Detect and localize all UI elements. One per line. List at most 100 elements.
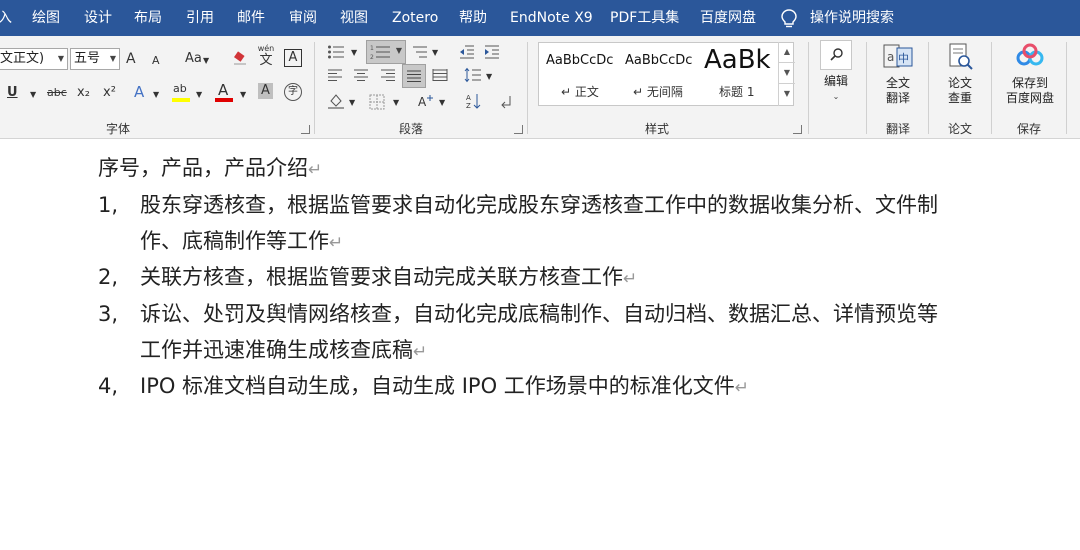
tab-references[interactable]: 引用 [186, 0, 214, 36]
group-divider [527, 42, 528, 134]
font-dialog-launcher-icon[interactable] [301, 125, 310, 134]
group-divider [1066, 42, 1067, 134]
chevron-down-icon[interactable]: ▼ [153, 86, 159, 104]
asian-layout-icon[interactable]: A [417, 93, 435, 111]
style-name: ↵ 无间隔 [633, 85, 683, 99]
list-item-text: IPO 标准文档自动生成，自动生成 IPO 工作场景中的标准化文件 [140, 374, 735, 398]
style-name: ↵ 正文 [561, 85, 599, 99]
styles-dialog-launcher-icon[interactable] [793, 125, 802, 134]
group-divider [991, 42, 992, 134]
borders-icon[interactable] [369, 94, 385, 110]
save-to-baidu-button[interactable]: 保存到 百度网盘 [1000, 42, 1060, 106]
change-case-button[interactable]: Aa [185, 50, 202, 68]
chevron-down-icon[interactable]: ▼ [351, 44, 357, 62]
font-color-button[interactable]: A [214, 81, 234, 103]
phonetic-text: wén [257, 44, 275, 53]
char-border-button[interactable]: A [284, 49, 302, 67]
style-no-spacing[interactable]: AaBbCcDc ↵ 无间隔 [619, 43, 699, 105]
tab-help[interactable]: 帮助 [459, 0, 487, 36]
paragraph-dialog-launcher-icon[interactable] [514, 125, 523, 134]
list-item-line: 股东穿透核查，根据监管要求自动化完成股东穿透核查工作中的数据收集分析、文件制 [140, 193, 938, 217]
style-heading-1[interactable]: AaBk 标题 1 [699, 43, 771, 105]
strikethrough-button[interactable]: abc [47, 84, 67, 102]
list-item-number: 4, [98, 374, 119, 398]
chevron-down-icon[interactable]: ▼ [196, 86, 202, 104]
align-center-icon[interactable] [353, 68, 369, 82]
underline-button[interactable]: U [7, 84, 18, 102]
sort-icon[interactable]: A Z [466, 92, 482, 110]
subscript-button[interactable]: x₂ [77, 84, 90, 102]
align-right-icon[interactable] [380, 68, 396, 82]
editing-button[interactable]: 编辑 ⌄ [815, 40, 857, 114]
increase-indent-icon[interactable] [484, 44, 500, 60]
svg-text:A: A [466, 94, 471, 102]
paragraph-mark: ↵ [308, 160, 323, 180]
tab-pdf-tools[interactable]: PDF工具集 [610, 0, 679, 36]
document-page[interactable]: 序号，产品，产品介绍↵ 1, 股东穿透核查，根据监管要求自动化完成股东穿透核查工… [0, 139, 1080, 550]
tab-baidu-netdisk[interactable]: 百度网盘 [700, 0, 756, 36]
list-item-text: 作、底稿制作等工作 [140, 229, 329, 253]
highlight-button[interactable]: ab [171, 82, 191, 104]
tab-layout[interactable]: 布局 [134, 0, 162, 36]
chevron-up-icon[interactable]: ▲ [779, 42, 795, 62]
align-left-icon[interactable] [327, 68, 343, 82]
translate-label-1: 全文 [885, 76, 910, 90]
grow-font-button[interactable]: A [126, 50, 136, 68]
save-label-1: 保存到 [1011, 76, 1048, 90]
thesis-check-button[interactable]: 论文 查重 [938, 42, 982, 106]
document-search-icon [949, 43, 973, 70]
tab-insert-partial[interactable]: 入 [0, 0, 12, 36]
tab-zotero[interactable]: Zotero [392, 0, 438, 36]
chevron-down-icon[interactable]: ▼ [432, 44, 438, 62]
chevron-down-icon: ▼ [395, 46, 402, 55]
paragraph-marks-icon[interactable] [498, 94, 514, 110]
bullets-icon[interactable] [327, 44, 345, 60]
full-text-translate-button[interactable]: a 中 全文 翻译 [876, 42, 920, 106]
more-styles-icon[interactable]: ▼ [779, 83, 795, 104]
thesis-label-2: 查重 [947, 91, 972, 105]
tab-mailings[interactable]: 邮件 [237, 0, 265, 36]
numbering-button[interactable]: 1 2 ▼ [366, 40, 406, 64]
decrease-indent-icon[interactable] [459, 44, 475, 60]
tab-review[interactable]: 审阅 [289, 0, 317, 36]
distributed-icon[interactable] [432, 68, 448, 82]
tab-endnote[interactable]: EndNote X9 [510, 0, 593, 36]
chevron-down-icon[interactable]: ▼ [240, 86, 246, 104]
style-normal[interactable]: AaBbCcDc ↵ 正文 [539, 43, 619, 105]
tab-design[interactable]: 设计 [84, 0, 112, 36]
chevron-down-icon[interactable]: ▼ [779, 62, 795, 83]
char-shading-button[interactable]: A [258, 83, 273, 99]
tab-draw[interactable]: 绘图 [32, 0, 60, 36]
chevron-down-icon[interactable]: ▼ [349, 94, 355, 112]
shading-icon[interactable] [327, 92, 345, 110]
chevron-down-icon[interactable]: ▼ [30, 86, 36, 104]
line-spacing-icon[interactable] [464, 67, 482, 83]
superscript-button[interactable]: x² [103, 84, 116, 102]
font-color-bar [215, 98, 233, 102]
font-name-combo[interactable]: 文正文) ▼ [0, 48, 68, 70]
multilevel-list-icon[interactable] [412, 44, 428, 60]
text-effects-button[interactable]: A [134, 83, 144, 101]
clear-format-icon[interactable] [232, 50, 248, 66]
list-item-number: 2, [98, 265, 119, 289]
editing-label: 编辑 [823, 74, 848, 88]
style-gallery-scroll[interactable]: ▲ ▼ ▼ [778, 42, 795, 106]
shrink-font-button[interactable]: A [152, 52, 160, 70]
enclose-char-button[interactable]: 字 [284, 83, 302, 101]
chevron-down-icon[interactable]: ▼ [439, 94, 445, 112]
tab-view[interactable]: 视图 [340, 0, 368, 36]
chevron-down-icon[interactable]: ▼ [393, 94, 399, 112]
font-size-combo[interactable]: 五号 ▼ [70, 48, 120, 70]
phonetic-char: 文 [259, 53, 273, 68]
phonetic-guide-button[interactable]: wén 文 [257, 44, 275, 70]
font-size-value: 五号 [74, 51, 101, 66]
chevron-down-icon[interactable]: ▼ [203, 52, 209, 70]
heading-text: 序号，产品，产品介绍 [98, 156, 308, 180]
list-item-line: IPO 标准文档自动生成，自动生成 IPO 工作场景中的标准化文件↵ [140, 371, 749, 403]
justify-button[interactable] [402, 64, 426, 88]
paragraph-mark: ↵ [734, 378, 750, 398]
chevron-down-icon[interactable]: ▼ [486, 68, 492, 86]
search-icon [830, 48, 843, 61]
thesis-label-1: 论文 [947, 76, 972, 90]
tell-me-search[interactable]: 操作说明搜索 [810, 0, 894, 36]
